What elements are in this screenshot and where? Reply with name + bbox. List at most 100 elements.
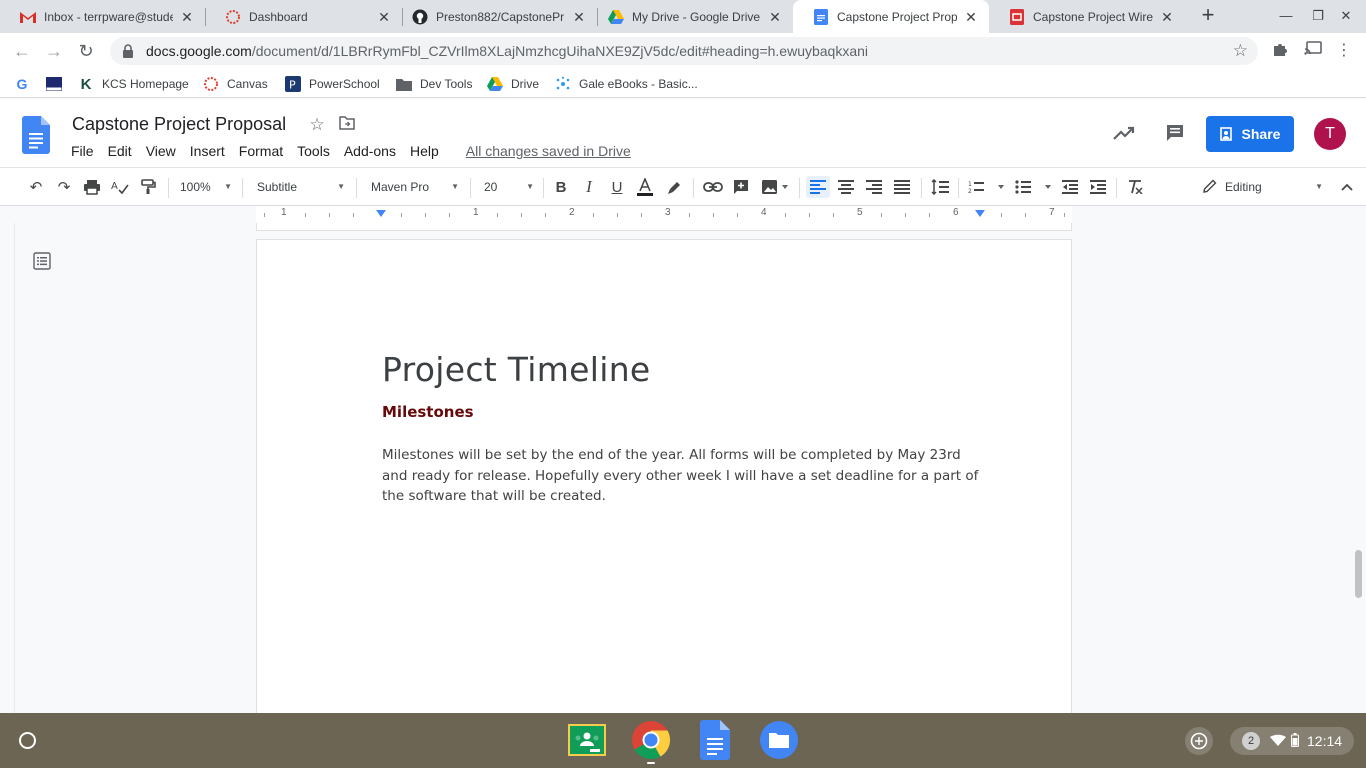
bookmark-canvas[interactable]: Canvas — [203, 75, 268, 93]
align-center-icon[interactable] — [834, 176, 858, 198]
increase-indent-icon[interactable] — [1087, 176, 1109, 198]
align-left-icon[interactable] — [806, 176, 830, 198]
print-icon[interactable] — [81, 176, 103, 198]
bookmark-star-icon[interactable]: ☆ — [1233, 41, 1248, 61]
close-tab-icon[interactable]: ✕ — [963, 9, 979, 25]
paint-format-icon[interactable] — [137, 176, 159, 198]
undo-icon[interactable]: ↶ — [25, 176, 47, 198]
browser-toolbar: ← → ↻ docs.google.com/document/d/1LBRrRy… — [0, 33, 1366, 69]
tab-my-drive[interactable]: My Drive - Google Drive ✕ — [588, 0, 793, 33]
close-tab-icon[interactable]: ✕ — [571, 9, 587, 25]
editing-mode-select[interactable]: Editing ▼ — [1203, 176, 1323, 198]
comment-history-icon[interactable] — [1161, 119, 1189, 147]
bookmark-flag[interactable] — [46, 75, 70, 93]
paragraph-style-select[interactable]: Subtitle ▼ — [257, 176, 345, 198]
docs-home-logo-icon[interactable] — [22, 116, 50, 154]
menu-file[interactable]: File — [64, 141, 101, 161]
svg-text:P: P — [289, 79, 296, 92]
tab-github[interactable]: Preston882/CapstonePr ✕ — [392, 0, 597, 33]
document-page[interactable]: Project Timeline Milestones Milestones w… — [256, 239, 1072, 713]
insert-image-icon[interactable] — [758, 176, 792, 198]
more-menu-icon[interactable]: ⋮ — [1334, 41, 1354, 61]
numbered-list-icon[interactable]: 12 — [966, 176, 1006, 198]
close-tab-icon[interactable]: ✕ — [1159, 9, 1175, 25]
document-title[interactable]: Capstone Project Proposal — [72, 114, 286, 135]
bookmark-kcs-homepage[interactable]: K KCS Homepage — [78, 75, 189, 93]
menu-view[interactable]: View — [139, 141, 183, 161]
font-size-select[interactable]: 20 ▼ — [484, 176, 534, 198]
minimize-icon[interactable]: — — [1276, 6, 1296, 26]
files-app-icon[interactable] — [759, 720, 799, 760]
ruler-tick — [1064, 213, 1065, 217]
new-tab-icon[interactable]: + — [1196, 4, 1220, 28]
document-outline-icon[interactable] — [33, 252, 51, 270]
launcher-icon[interactable] — [19, 732, 36, 749]
subheading-milestones[interactable]: Milestones — [382, 403, 474, 421]
vertical-scrollbar-thumb[interactable] — [1355, 550, 1362, 598]
close-window-icon[interactable]: ✕ — [1336, 6, 1356, 26]
line-spacing-icon[interactable] — [928, 176, 952, 198]
tab-dashboard[interactable]: Dashboard ✕ — [205, 0, 402, 33]
accessibility-status-icon[interactable] — [1185, 727, 1213, 755]
collapse-menus-chevron-icon[interactable] — [1337, 176, 1357, 198]
align-justify-icon[interactable] — [890, 176, 914, 198]
menu-help[interactable]: Help — [403, 141, 446, 161]
close-tab-icon[interactable]: ✕ — [767, 9, 783, 25]
menu-tools[interactable]: Tools — [290, 141, 337, 161]
horizontal-ruler[interactable]: 1 1 2 3 4 5 6 7 — [0, 206, 1366, 223]
bookmark-gale-ebooks[interactable]: Gale eBooks - Basic... — [555, 75, 698, 93]
text-color-icon[interactable] — [634, 176, 656, 198]
insert-link-icon[interactable] — [702, 176, 724, 198]
close-tab-icon[interactable]: ✕ — [179, 9, 195, 25]
activity-dashboard-icon[interactable] — [1110, 119, 1138, 147]
redo-icon[interactable]: ↷ — [53, 176, 75, 198]
tab-capstone-wireframe[interactable]: Capstone Project WireFr ✕ — [989, 0, 1185, 33]
ruler-number: 6 — [953, 207, 959, 218]
restore-icon[interactable]: ❐ — [1308, 6, 1328, 26]
cast-icon[interactable] — [1303, 41, 1323, 61]
address-bar[interactable]: docs.google.com/document/d/1LBRrRymFbl_C… — [110, 37, 1258, 65]
tab-capstone-proposal[interactable]: Capstone Project Propo ✕ — [793, 0, 989, 33]
account-avatar[interactable]: T — [1314, 118, 1346, 150]
forward-icon[interactable]: → — [42, 40, 66, 62]
bookmark-drive[interactable]: Drive — [487, 75, 539, 93]
font-family-select[interactable]: Maven Pro ▼ — [371, 176, 459, 198]
align-right-icon[interactable] — [862, 176, 886, 198]
italic-icon[interactable]: I — [578, 176, 600, 198]
chromeos-shelf: 2 12:14 — [0, 713, 1366, 768]
bulleted-list-icon[interactable] — [1013, 176, 1053, 198]
decrease-indent-icon[interactable] — [1059, 176, 1081, 198]
save-status-link[interactable]: All changes saved in Drive — [446, 141, 631, 161]
highlight-color-icon[interactable] — [664, 176, 686, 198]
spellcheck-icon[interactable]: A — [109, 176, 131, 198]
back-icon[interactable]: ← — [10, 40, 34, 62]
bold-icon[interactable]: B — [550, 176, 572, 198]
extensions-puzzle-icon[interactable] — [1270, 41, 1290, 61]
move-to-folder-icon[interactable] — [337, 115, 357, 135]
underline-icon[interactable]: U — [606, 176, 628, 198]
heading-project-timeline[interactable]: Project Timeline — [382, 350, 651, 389]
right-indent-marker[interactable] — [975, 210, 985, 217]
close-tab-icon[interactable]: ✕ — [376, 9, 392, 25]
insert-comment-icon[interactable] — [730, 176, 752, 198]
zoom-select[interactable]: 100% ▼ — [180, 176, 232, 198]
clear-formatting-icon[interactable] — [1124, 176, 1146, 198]
menu-format[interactable]: Format — [232, 141, 290, 161]
star-icon[interactable]: ☆ — [307, 115, 327, 135]
chrome-browser-icon[interactable] — [631, 720, 671, 760]
bookmark-google[interactable]: G — [14, 75, 38, 93]
tab-gmail[interactable]: Inbox - terrpware@stude ✕ — [0, 0, 205, 33]
google-classroom-icon[interactable] — [567, 720, 607, 760]
ruler-tick — [449, 213, 450, 217]
google-docs-app-icon[interactable] — [695, 720, 735, 760]
body-paragraph[interactable]: Milestones will be set by the end of the… — [382, 445, 982, 507]
status-tray[interactable]: 2 12:14 — [1230, 727, 1354, 755]
share-button[interactable]: Share — [1206, 116, 1294, 152]
reload-icon[interactable]: ↻ — [74, 40, 98, 62]
left-indent-marker[interactable] — [376, 210, 386, 217]
bookmark-powerschool[interactable]: P PowerSchool — [285, 75, 380, 93]
menu-edit[interactable]: Edit — [101, 141, 139, 161]
bookmark-dev-tools[interactable]: Dev Tools — [396, 75, 472, 93]
menu-add-ons[interactable]: Add-ons — [337, 141, 403, 161]
menu-insert[interactable]: Insert — [183, 141, 232, 161]
